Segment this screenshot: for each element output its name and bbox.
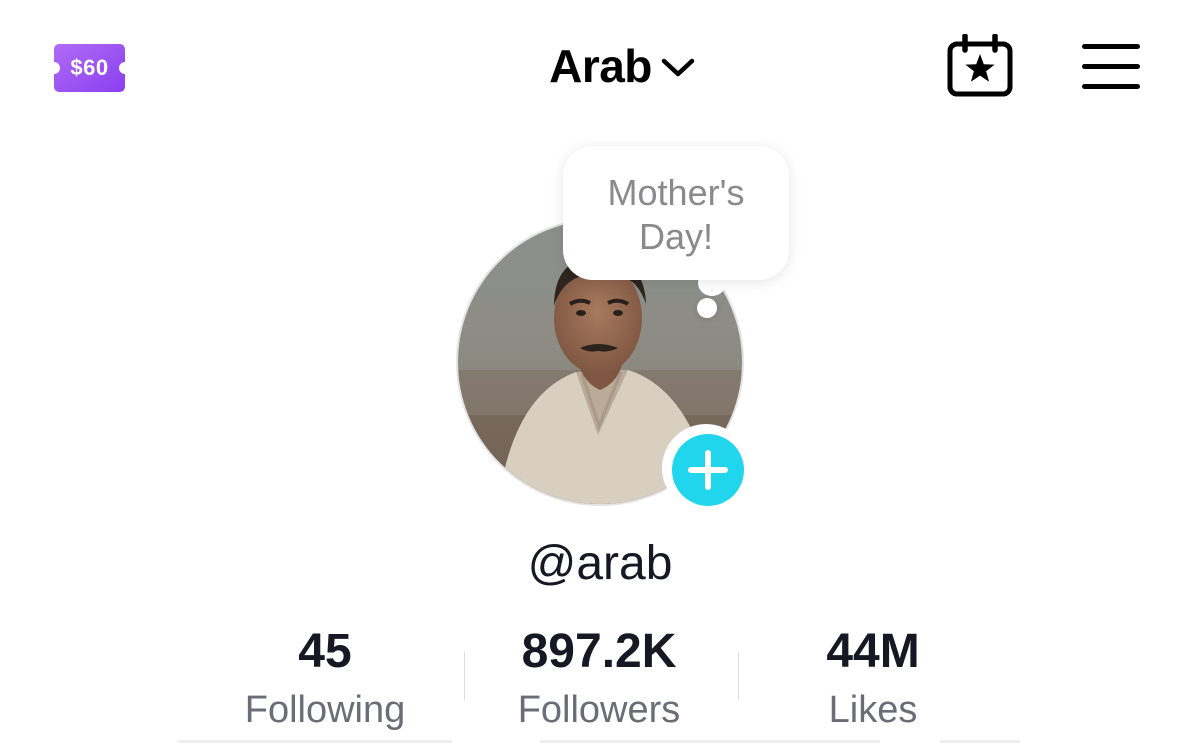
- stat-label: Following: [244, 689, 406, 731]
- stat-followers[interactable]: 897.2K Followers: [462, 624, 736, 744]
- stat-divider: [738, 652, 739, 700]
- calendar-button[interactable]: [946, 33, 1014, 98]
- stat-following[interactable]: 45 Following: [188, 624, 462, 744]
- calendar-star-icon: [947, 33, 1013, 97]
- divider-line: [940, 740, 1020, 743]
- divider-line: [540, 740, 880, 743]
- account-name: Arab: [549, 40, 652, 92]
- note-bubble[interactable]: Mother's Day!: [563, 146, 789, 280]
- stat-value: 44M: [826, 625, 920, 678]
- plus-icon: [688, 450, 728, 490]
- stat-label: Followers: [517, 689, 681, 731]
- hamburger-menu-icon: [1082, 44, 1140, 89]
- stat-likes[interactable]: 44M Likes: [736, 624, 1010, 744]
- add-story-button[interactable]: [662, 424, 750, 512]
- account-switcher[interactable]: Arab: [549, 39, 696, 93]
- note-text: Mother's Day!: [607, 172, 745, 257]
- account-switcher-bar: Arab: [0, 36, 1200, 96]
- menu-button[interactable]: [1080, 42, 1142, 92]
- chevron-down-icon: [661, 58, 695, 77]
- stat-value: 897.2K: [521, 625, 677, 678]
- stat-divider: [464, 652, 465, 700]
- coupon-label: $60: [70, 55, 109, 80]
- add-story-circle: [672, 434, 744, 506]
- note-bubble-dot: [697, 298, 717, 318]
- divider-line: [178, 740, 452, 743]
- stat-value: 45: [298, 625, 352, 678]
- stat-label: Likes: [828, 689, 918, 731]
- profile-stats: 45 Following 897.2K Followers 44M Likes: [188, 624, 1012, 744]
- coupon-badge[interactable]: $60: [52, 42, 127, 94]
- profile-username: @arab: [527, 537, 673, 590]
